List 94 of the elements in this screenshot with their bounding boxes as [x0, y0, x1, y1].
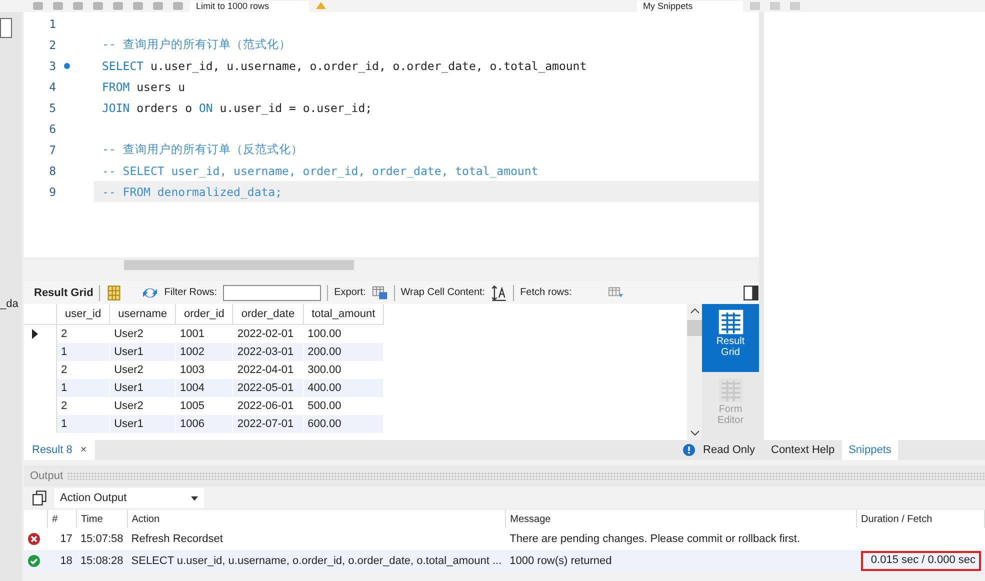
scrollbar-thumb[interactable] — [687, 320, 702, 336]
table-cell: User1 — [110, 379, 176, 397]
output-title: Output — [30, 470, 64, 482]
column-header[interactable]: user_id — [56, 304, 110, 324]
limit-rows-select[interactable]: Limit to 1000 rows — [190, 0, 310, 12]
caret-icon — [191, 496, 198, 500]
info-icon — [683, 444, 696, 456]
grid-view-icon — [716, 376, 744, 404]
line-number: 9 — [48, 184, 56, 198]
view-mode-button[interactable]: Result Grid — [702, 304, 759, 372]
toggle-panel-icon[interactable] — [743, 284, 759, 301]
table-cell: 1 — [56, 415, 110, 433]
toolbar-tool-icon[interactable] — [90, 1, 106, 11]
table-cell: User1 — [110, 343, 176, 361]
code-line: JOIN orders o ON u.user_id = o.user_id; — [102, 100, 372, 114]
table-cell: SELECT u.user_id, u.username, o.order_id, o.order_date, o.total_amount ... — [127, 550, 506, 572]
table-cell: Refresh Recordset — [127, 528, 506, 550]
table-cell: 1 — [56, 379, 110, 397]
column-header[interactable]: order_date — [232, 304, 304, 324]
side-panel-tab[interactable]: Context Help — [764, 440, 842, 460]
table-cell: 1 — [56, 343, 110, 361]
toolbar-tool-icon[interactable] — [110, 1, 126, 11]
line-number: 3 — [48, 58, 56, 72]
table-cell: User1 — [110, 415, 176, 433]
sidebar-panel — [0, 18, 12, 38]
filter-rows-label: Filter Rows: — [164, 287, 218, 298]
scrollbar-thumb[interactable] — [124, 260, 354, 270]
table-cell: 1006 — [176, 415, 233, 433]
column-header[interactable]: total_amount — [303, 304, 384, 324]
line-number: 5 — [48, 100, 56, 114]
export-icon[interactable] — [372, 284, 388, 301]
close-tab-icon[interactable]: × — [80, 444, 87, 456]
line-number: 7 — [48, 142, 56, 156]
wrap-cell-content-label: Wrap Cell Content: — [400, 287, 486, 298]
toolbar-tool-icon[interactable] — [170, 1, 186, 11]
read-only-label: Read Only — [703, 444, 755, 456]
line-number: 8 — [48, 164, 56, 178]
column-header[interactable]: username — [110, 304, 176, 324]
line-number: 2 — [48, 38, 56, 52]
sql-editor[interactable] — [24, 12, 759, 258]
side-panel-tab[interactable]: Snippets — [842, 440, 898, 460]
toolbar-tool-icon[interactable] — [70, 1, 86, 11]
line-number: 4 — [48, 80, 56, 94]
toolbar-tool-icon[interactable] — [30, 1, 46, 11]
column-header[interactable]: Time — [76, 510, 128, 528]
column-header[interactable]: Message — [506, 510, 856, 528]
table-cell: 2022-03-01 — [232, 343, 304, 361]
snippets-select[interactable]: My Snippets — [637, 0, 743, 12]
table-cell: 400.00 — [303, 379, 384, 397]
code-line: -- SELECT user_id, username, order_id, order_date, total_amount — [102, 164, 538, 178]
code-line: -- 查询用户的所有订单（范式化） — [102, 37, 291, 52]
table-cell: 15:08:28 — [76, 550, 128, 572]
column-header[interactable]: Duration / Fetch — [856, 510, 984, 528]
wrap-text-icon[interactable] — [491, 284, 508, 301]
copy-icon[interactable] — [32, 490, 48, 506]
export-label: Export: — [334, 287, 366, 298]
grid-view-icon — [716, 308, 744, 336]
table-cell: 17 — [48, 528, 76, 550]
table-cell: 1004 — [176, 379, 233, 397]
toolbar-tool-icon[interactable] — [150, 1, 166, 11]
table-cell: There are pending changes. Please commit or rollback first. — [506, 528, 856, 550]
fetch-rows-label: Fetch rows: — [520, 287, 572, 298]
panel-grip[interactable] — [67, 472, 985, 480]
table-cell: 2022-05-01 — [232, 379, 304, 397]
result-tab[interactable]: Result 8 × — [24, 440, 95, 460]
code-line: -- 查询用户的所有订单（反范式化） — [102, 142, 303, 157]
sidebar-text: _da — [0, 298, 20, 310]
column-header[interactable]: Action — [127, 510, 506, 528]
column-header[interactable]: order_id — [176, 304, 233, 324]
row-pointer-icon — [32, 329, 38, 339]
table-cell: 1000 row(s) returned — [506, 550, 856, 572]
table-cell: 200.00 — [303, 343, 384, 361]
toolbar-tool-icon[interactable] — [50, 1, 66, 11]
scroll-up-icon[interactable] — [690, 308, 700, 314]
table-cell: 18 — [48, 550, 76, 572]
column-header[interactable]: # — [48, 510, 76, 528]
success-icon — [28, 555, 40, 567]
code-line: SELECT u.user_id, u.username, o.order_id, o.order_date, o.total_amount — [102, 58, 587, 72]
line-number: 6 — [48, 122, 56, 136]
output-mode-select[interactable]: Action Output — [54, 488, 204, 508]
code-line: FROM users u — [102, 80, 186, 94]
table-cell: 1002 — [176, 343, 233, 361]
result-grid-label: Result Grid — [34, 286, 94, 299]
line-number: 1 — [48, 16, 56, 30]
table-cell: 600.00 — [303, 415, 384, 433]
scroll-down-icon[interactable] — [690, 430, 700, 436]
table-cell: 15:07:58 — [76, 528, 128, 550]
error-icon — [28, 533, 40, 545]
table-cell: 2022-07-01 — [232, 415, 304, 433]
code-line: -- FROM denormalized_data; — [102, 184, 282, 198]
toolbar-tool-icon[interactable] — [130, 1, 146, 11]
filter-rows-field[interactable] — [223, 284, 322, 301]
grid-columns-icon[interactable] — [106, 284, 122, 301]
duration-cell: 0.015 sec / 0.000 sec — [860, 551, 980, 571]
